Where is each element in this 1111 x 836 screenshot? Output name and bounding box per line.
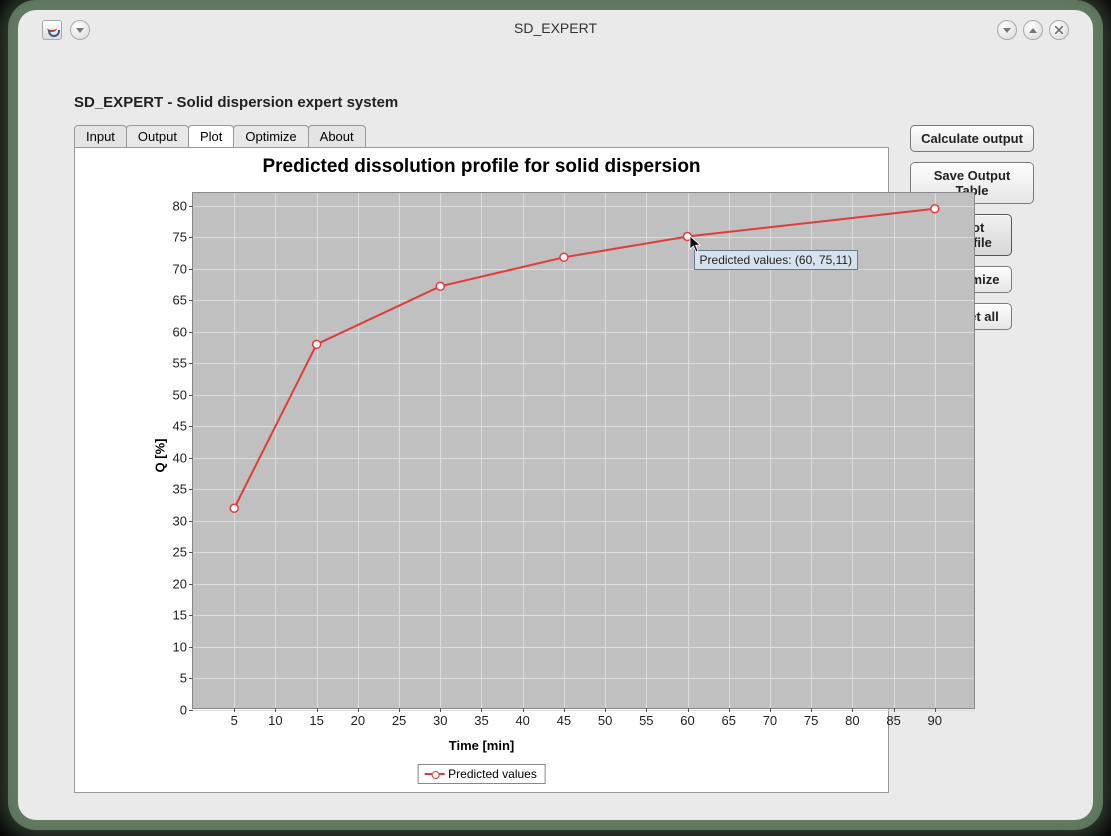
ytick-label: 70 [173,261,187,276]
xtick-label: 55 [639,713,653,728]
close-button[interactable] [1049,20,1069,40]
xtick-label: 80 [845,713,859,728]
ytick-label: 60 [173,324,187,339]
tab-plot[interactable]: Plot [188,125,234,147]
xtick-label: 30 [433,713,447,728]
ytick-label: 10 [173,639,187,654]
xtick-label: 25 [392,713,406,728]
ytick-label: 25 [173,545,187,560]
xtick-label: 15 [309,713,323,728]
tab-input[interactable]: Input [74,125,127,147]
legend-marker-icon [424,769,444,779]
chart-ylabel: Q [%] [152,439,167,473]
ytick-label: 30 [173,513,187,528]
titlebar: SD_EXPERT [18,10,1093,46]
xtick-label: 10 [268,713,282,728]
cursor-icon [689,235,703,253]
xtick-label: 35 [474,713,488,728]
tab-content-plot: Predicted dissolution profile for solid … [74,147,889,793]
chart-legend: Predicted values [417,764,546,784]
ytick-label: 40 [173,450,187,465]
tab-about[interactable]: About [308,125,366,147]
maximize-button[interactable] [1023,20,1043,40]
window-title: SD_EXPERT [18,20,1093,36]
ytick-label: 75 [173,230,187,245]
ytick-label: 50 [173,387,187,402]
xtick-label: 40 [515,713,529,728]
ytick-label: 35 [173,482,187,497]
chart-xlabel: Time [min] [75,738,888,753]
ytick-label: 0 [180,703,187,718]
xtick-label: 70 [763,713,777,728]
xtick-label: 50 [598,713,612,728]
legend-label: Predicted values [448,767,537,781]
xtick-label: 90 [928,713,942,728]
ytick-label: 55 [173,356,187,371]
tab-bar: InputOutputPlotOptimizeAbout [74,125,889,147]
ytick-label: 80 [173,198,187,213]
minimize-button[interactable] [997,20,1017,40]
chart-title: Predicted dissolution profile for solid … [75,156,888,178]
calculate-output-button[interactable]: Calculate output [910,125,1034,152]
chart-tooltip: Predicted values: (60, 75,11) [694,250,859,270]
xtick-label: 75 [804,713,818,728]
ytick-label: 5 [180,671,187,686]
tab-output[interactable]: Output [126,125,189,147]
tab-optimize[interactable]: Optimize [233,125,308,147]
xtick-label: 45 [557,713,571,728]
page-title: SD_EXPERT - Solid dispersion expert syst… [74,94,1037,111]
ytick-label: 45 [173,419,187,434]
ytick-label: 15 [173,608,187,623]
chart-plot-area[interactable]: Predicted values: (60, 75,11) 5101520253… [192,192,975,709]
xtick-label: 5 [231,713,238,728]
ytick-label: 65 [173,293,187,308]
xtick-label: 60 [680,713,694,728]
xtick-label: 85 [886,713,900,728]
xtick-label: 20 [351,713,365,728]
ytick-label: 20 [173,576,187,591]
xtick-label: 65 [722,713,736,728]
app-window: SD_EXPERT SD_EXPERT - Solid dispersion e… [18,10,1093,820]
